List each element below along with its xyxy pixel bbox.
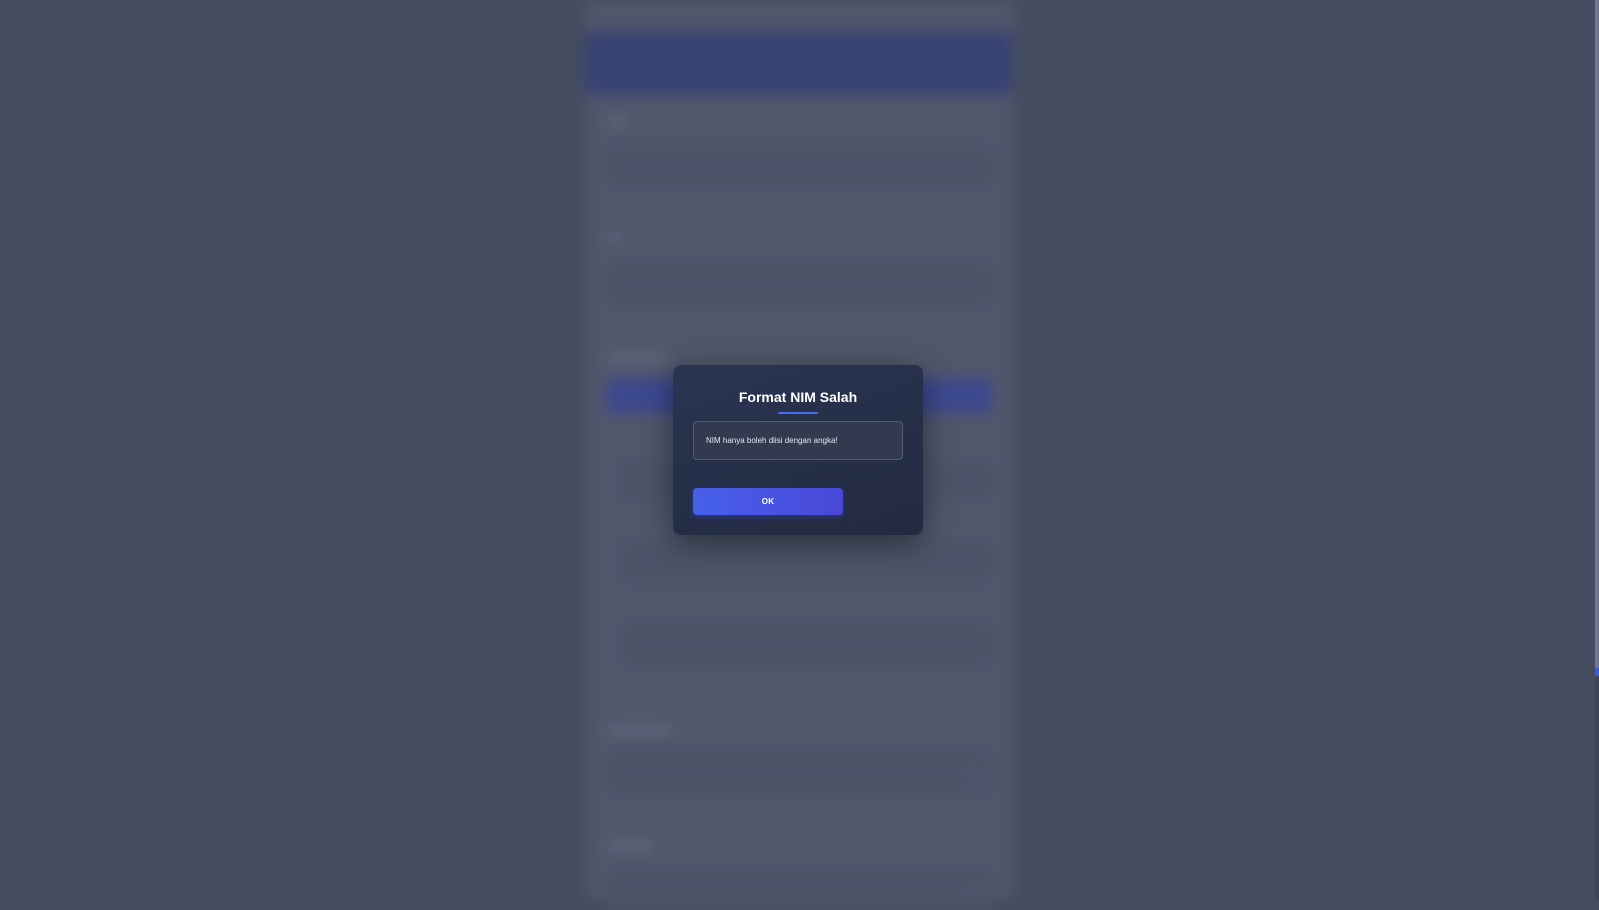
error-modal: Format NIM Salah NIM hanya boleh diisi d… xyxy=(673,365,923,535)
background-field-label xyxy=(608,843,654,851)
background-select xyxy=(606,752,992,792)
modal-title: Format NIM Salah xyxy=(738,389,858,405)
scrollbar-thumb[interactable] xyxy=(1595,0,1599,668)
scrollbar-accent xyxy=(1595,668,1599,676)
background-field-label xyxy=(608,725,672,733)
background-field-input xyxy=(606,145,992,185)
title-underline xyxy=(778,412,818,414)
background-field-label xyxy=(608,117,628,125)
background-field-input xyxy=(620,624,992,664)
page-scrollbar[interactable] xyxy=(1595,0,1599,899)
background-field-label xyxy=(608,235,622,243)
modal-message: NIM hanya boleh diisi dengan angka! xyxy=(693,421,903,460)
chevron-down-icon xyxy=(965,763,981,779)
background-field-label xyxy=(608,355,668,363)
background-field-input xyxy=(606,264,992,304)
background-select xyxy=(606,870,992,910)
chevron-down-icon xyxy=(965,881,981,897)
background-field-input xyxy=(620,542,992,582)
ok-button[interactable]: OK xyxy=(693,488,843,515)
background-form-header xyxy=(586,32,1012,94)
